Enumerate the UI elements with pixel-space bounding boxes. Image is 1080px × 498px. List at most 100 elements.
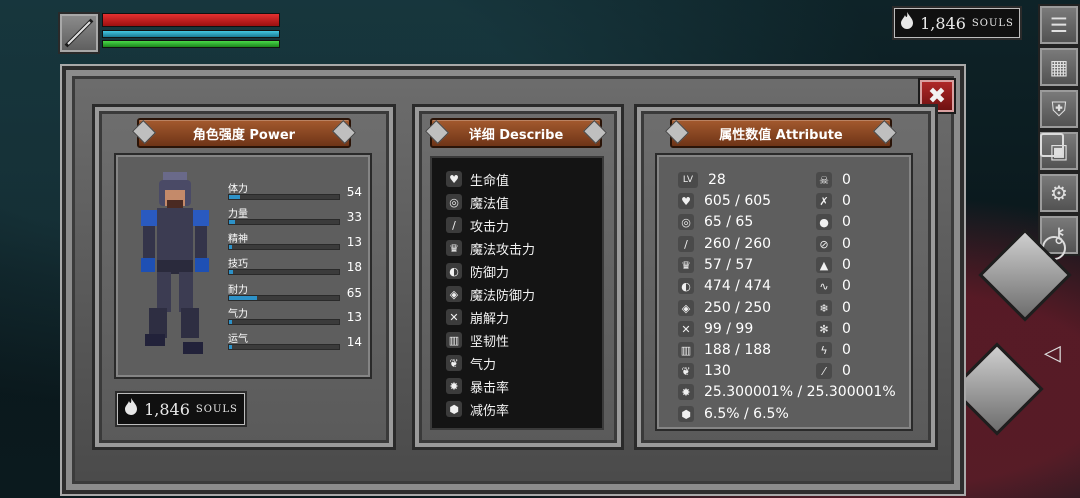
stat-label: 气力 (228, 309, 248, 320)
stat-value: 65 (346, 286, 362, 300)
stat-value: 33 (346, 210, 362, 224)
no-drop-icon: ⊘ (816, 236, 832, 252)
attribute-row: ✕ 99 / 99 (678, 319, 753, 339)
lightning-icon: ϟ (816, 342, 832, 358)
magic-shield-icon: ◈ (446, 286, 462, 302)
souls-value: 1,846 (920, 13, 966, 33)
stat-bar (228, 344, 340, 350)
attribute-row: ⬢ 6.5% / 6.5% (678, 404, 789, 424)
stat-value: 13 (346, 235, 362, 249)
settings-gear-button[interactable]: ⚙ (1038, 172, 1080, 214)
stat-row: 气力 13 (228, 305, 368, 327)
heart-icon: ♥ (446, 171, 462, 187)
flame-icon (900, 12, 914, 34)
describe-label: 生命值 (470, 173, 510, 189)
stat-row: 技巧 18 (228, 255, 368, 277)
attribute-value: 65 / 65 (704, 214, 754, 230)
attribute-row: ◎ 65 / 65 (678, 212, 753, 232)
shield-icon: ◐ (678, 278, 694, 294)
souls-counter-top: 1,846 SOULS (894, 8, 1020, 38)
stat-bar (228, 219, 340, 225)
stat-bar (228, 244, 340, 250)
snowflake-icon: ✻ (816, 321, 832, 337)
stat-row: 体力 54 (228, 180, 368, 202)
describe-label: 坚韧性 (470, 334, 510, 350)
map-button[interactable]: ▦ (1038, 46, 1080, 88)
attribute-value: 25.300001% / 25.300001% (704, 384, 896, 400)
souls-counter-panel: 1,846 SOULS (117, 393, 245, 425)
critical-icon: ✸ (678, 384, 694, 400)
stat-bar (228, 295, 340, 301)
stat-bar (228, 269, 340, 275)
attribute-title-banner: 属性数值 Attribute (664, 118, 898, 148)
describe-label: 减伤率 (470, 403, 510, 419)
attribute-value: 0 (842, 300, 851, 316)
lungs-icon: ❦ (678, 363, 694, 379)
damage-reduce-icon: ⬢ (446, 401, 462, 417)
describe-item: ⬢ 减伤率 (446, 399, 509, 419)
attribute-value: 0 (842, 214, 851, 230)
skull-icon: ☠ (816, 172, 832, 188)
attribute-value: 0 (842, 257, 851, 273)
character-model (141, 172, 209, 354)
menu-list-button[interactable]: ☰ (1038, 4, 1080, 46)
power-title-banner: 角色强度 Power (131, 118, 357, 148)
describe-label: 攻击力 (470, 219, 510, 235)
describe-item: ◐ 防御力 (446, 261, 509, 281)
attribute-row: ✸ 25.300001% / 25.300001% (678, 382, 896, 402)
stat-row: 耐力 65 (228, 281, 368, 303)
attribute-row: ◈ 250 / 250 (678, 298, 771, 318)
attribute-row: LV 28 (678, 170, 726, 190)
brain-icon: ◎ (678, 214, 694, 230)
level-icon: LV (678, 172, 698, 188)
stat-value: 13 (346, 310, 362, 324)
armor-icon: ▥ (678, 342, 694, 358)
mana-bar (102, 30, 280, 38)
attribute-row: ϟ0 (816, 340, 851, 360)
sword-icon: / (678, 236, 694, 252)
stat-label: 技巧 (228, 259, 248, 270)
curse-icon: ∿ (816, 278, 832, 294)
describe-title-banner: 详细 Describe (424, 118, 608, 148)
describe-label: 防御力 (470, 265, 510, 281)
attribute-value: 260 / 260 (704, 236, 772, 252)
shield-icon: ◐ (446, 263, 462, 279)
attribute-row: ❄ 0 (816, 298, 851, 318)
attribute-value: 474 / 474 (704, 278, 772, 294)
lungs-icon: ❦ (446, 355, 462, 371)
stat-value: 18 (346, 260, 362, 274)
attribute-value: 0 (842, 342, 851, 358)
helmet-button[interactable]: ⛨ (1038, 88, 1080, 130)
describe-item: ✕ 崩解力 (446, 307, 509, 327)
stat-label: 力量 (228, 209, 248, 220)
recent-apps-icon[interactable] (1040, 133, 1064, 157)
attribute-value: 0 (842, 193, 851, 209)
stat-label: 耐力 (228, 285, 248, 296)
sword-icon: / (446, 217, 462, 233)
describe-item: ◎ 魔法值 (446, 192, 509, 212)
describe-title: 详细 Describe (468, 127, 564, 143)
attribute-value: 28 (708, 172, 726, 188)
back-icon[interactable]: ◁ (1044, 341, 1061, 366)
attribute-value: 0 (842, 321, 851, 337)
attribute-value: 605 / 605 (704, 193, 772, 209)
stat-bar (228, 319, 340, 325)
flame-icon (124, 398, 138, 420)
describe-label: 崩解力 (470, 311, 510, 327)
stat-row: 运气 14 (228, 330, 368, 352)
equipped-weapon-icon[interactable] (58, 12, 100, 54)
souls-value: 1,846 (144, 399, 190, 419)
attribute-value: 6.5% / 6.5% (704, 406, 789, 422)
break-icon: ✕ (446, 309, 462, 325)
attribute-value: 99 / 99 (704, 321, 754, 337)
describe-label: 魔法防御力 (470, 288, 536, 304)
break-icon: ✕ (678, 321, 694, 337)
attribute-row: ♥ 605 / 605 (678, 191, 771, 211)
attribute-row: ⊘ 0 (816, 234, 851, 254)
stat-label: 精神 (228, 234, 248, 245)
describe-label: 魔法攻击力 (470, 242, 536, 258)
slash-icon: ⁄ (816, 363, 832, 379)
armor-icon: ▥ (446, 332, 462, 348)
attribute-value: 57 / 57 (704, 257, 754, 273)
attribute-row: ✻ 0 (816, 319, 851, 339)
